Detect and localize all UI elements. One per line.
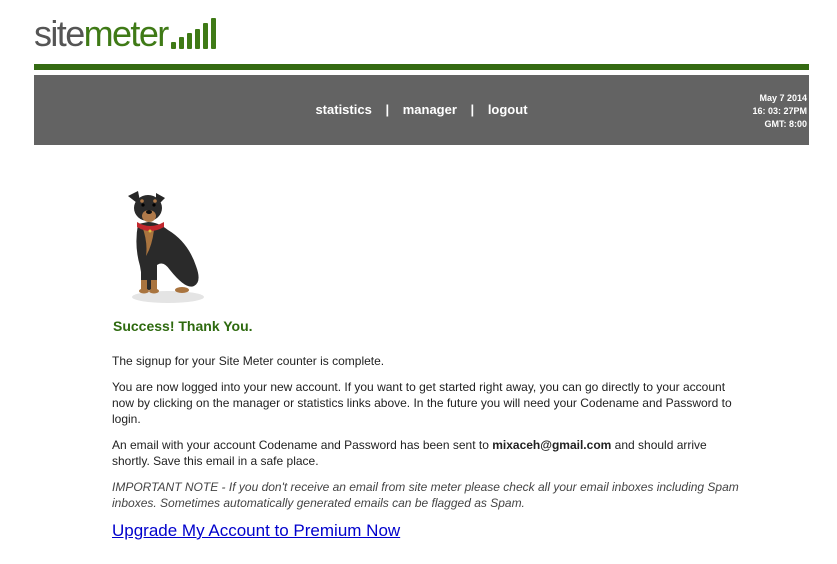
main-content: Success! Thank You. The signup for your … (112, 316, 742, 540)
dog-photo (112, 186, 210, 306)
logo-text-meter: meter (83, 13, 170, 54)
datetime-display: May 7 2014 16: 03: 27PM GMT: 8:00 (752, 92, 807, 131)
logo-bars-icon (170, 18, 219, 49)
important-note: IMPORTANT NOTE - If you don't receive an… (112, 480, 739, 510)
signup-complete-text: The signup for your Site Meter counter i… (112, 354, 385, 368)
date-text: May 7 2014 (759, 93, 807, 103)
upgrade-premium-link[interactable]: Upgrade My Account to Premium Now (112, 522, 400, 539)
header-rule (34, 64, 809, 70)
email-sent-prefix: An email with your account Codename and … (112, 438, 493, 452)
nav-manager-link[interactable]: manager (403, 102, 457, 117)
nav-separator: | (470, 102, 475, 117)
nav-separator: | (385, 102, 390, 117)
nav-links: statistics | manager | logout (34, 102, 809, 117)
success-title: Success! Thank You. (113, 318, 253, 334)
timezone-text: GMT: 8:00 (764, 119, 807, 129)
logged-in-text: You are now logged into your new account… (112, 380, 732, 426)
navigation-bar: statistics | manager | logout May 7 2014… (34, 75, 809, 145)
time-text: 16: 03: 27PM (752, 106, 807, 116)
nav-statistics-link[interactable]: statistics (315, 102, 371, 117)
logo-text-site: site (34, 13, 85, 54)
email-address: mixaceh@gmail.com (492, 438, 612, 452)
nav-logout-link[interactable]: logout (488, 102, 528, 117)
email-sent-text: An email with your account Codename and … (112, 437, 742, 469)
sitemeter-logo[interactable]: site meter (34, 8, 219, 52)
